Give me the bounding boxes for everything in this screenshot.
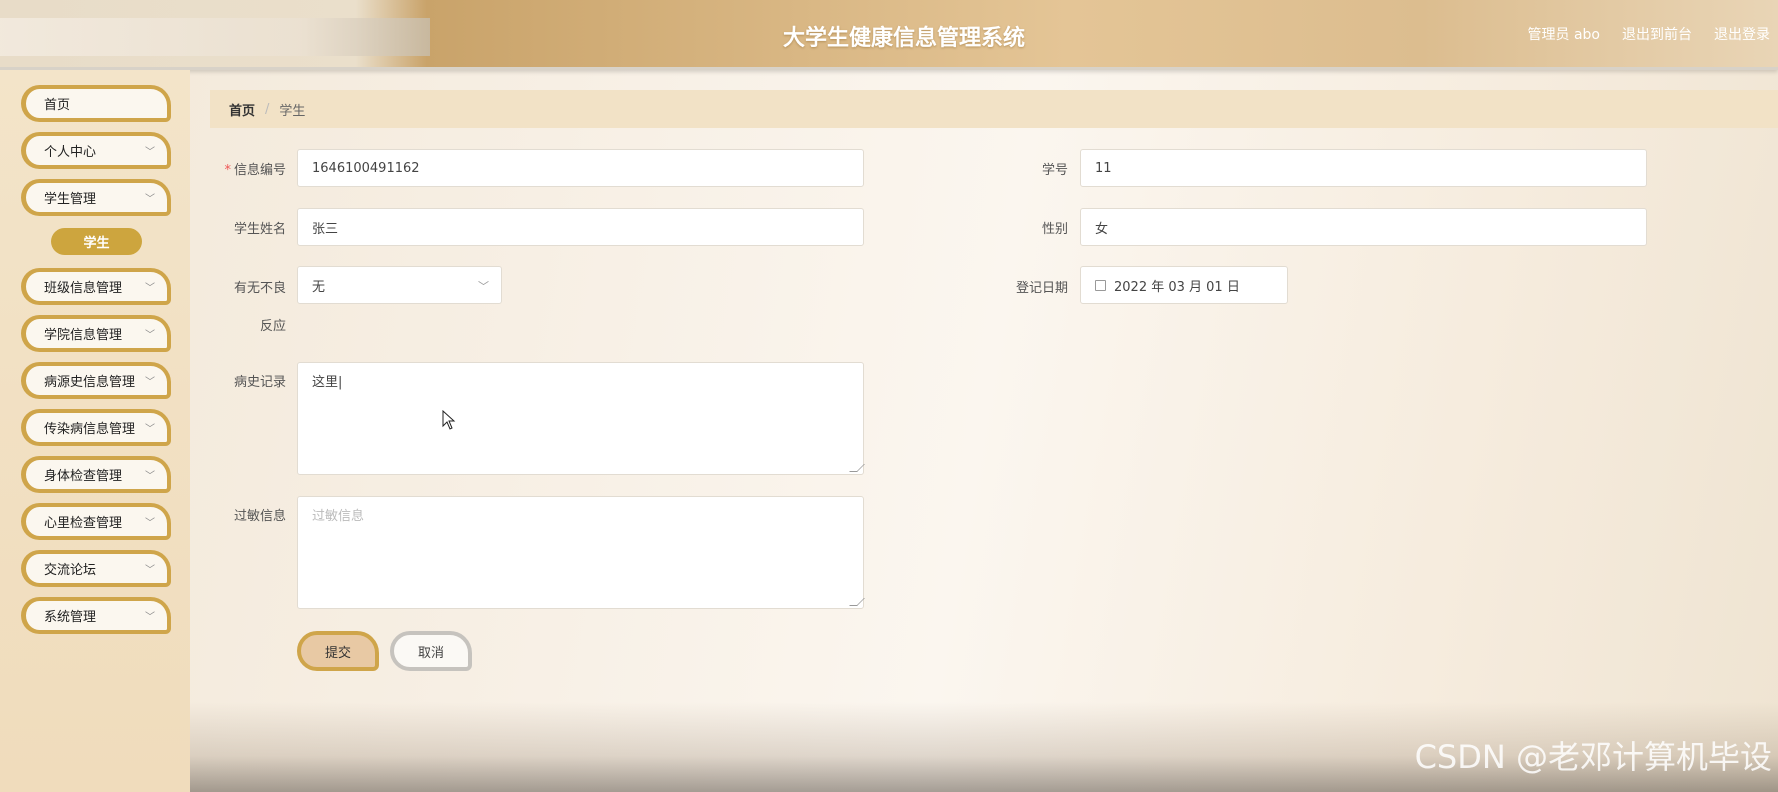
sidebar-item-college-info[interactable]: 学院信息管理 ﹀ <box>21 315 171 352</box>
sidebar-item-label: 学生管理 <box>44 192 97 207</box>
sidebar-subitem-student[interactable]: 学生 <box>51 228 142 255</box>
breadcrumb-current: 学生 <box>279 103 306 119</box>
resize-handle-icon[interactable] <box>849 464 865 472</box>
sidebar-item-physical-exam[interactable]: 身体检查管理 ﹀ <box>21 456 171 493</box>
logout-link[interactable]: 退出登录 <box>1714 24 1770 44</box>
history-label: 病史记录 <box>233 375 286 390</box>
adverse-select[interactable]: 无 ﹀ <box>297 266 502 304</box>
sidebar-item-label: 个人中心 <box>44 145 97 160</box>
student-no-value: 11 <box>1095 160 1112 176</box>
reg-date-label: 登记日期 <box>1015 281 1068 296</box>
chevron-down-icon: ﹀ <box>145 518 155 529</box>
gender-input[interactable]: 女 <box>1080 208 1647 246</box>
chevron-down-icon: ﹀ <box>145 424 155 435</box>
chevron-down-icon: ﹀ <box>145 565 155 576</box>
sidebar-item-psych-exam[interactable]: 心里检查管理 ﹀ <box>21 503 171 540</box>
sidebar-item-label: 心里检查管理 <box>44 516 123 531</box>
watermark: CSDN @老邓计算机毕设 <box>1414 738 1772 776</box>
chevron-down-icon: ﹀ <box>145 471 155 482</box>
sidebar-item-label: 交流论坛 <box>44 563 97 578</box>
adverse-value: 无 <box>312 279 326 295</box>
sidebar-item-infectious-disease[interactable]: 传染病信息管理 ﹀ <box>21 409 171 446</box>
cancel-button[interactable]: 取消 <box>390 631 472 671</box>
mouse-cursor-icon <box>442 410 456 430</box>
sidebar-item-personal-center[interactable]: 个人中心 ﹀ <box>21 132 171 169</box>
breadcrumb-home[interactable]: 首页 <box>229 100 255 119</box>
sidebar-item-student-management[interactable]: 学生管理 ﹀ <box>21 179 171 216</box>
sidebar-item-home[interactable]: 首页 <box>21 85 171 122</box>
sidebar-item-label: 系统管理 <box>44 610 97 625</box>
chevron-down-icon: ﹀ <box>145 283 155 294</box>
student-name-label: 学生姓名 <box>233 222 286 237</box>
history-value: 这里| <box>312 375 343 390</box>
sidebar-item-disease-history[interactable]: 病源史信息管理 ﹀ <box>21 362 171 399</box>
reg-date-value: 2022 年 03 月 01 日 <box>1114 279 1240 295</box>
chevron-down-icon: ﹀ <box>145 377 155 388</box>
sidebar-item-forum[interactable]: 交流论坛 ﹀ <box>21 550 171 587</box>
sidebar-item-label: 首页 <box>44 98 71 113</box>
allergy-placeholder: 过敏信息 <box>312 509 365 524</box>
gender-value: 女 <box>1095 221 1109 237</box>
reg-date-picker[interactable]: 2022 年 03 月 01 日 <box>1080 266 1288 304</box>
submit-button[interactable]: 提交 <box>297 631 379 671</box>
breadcrumb-separator: / <box>265 101 270 117</box>
resize-handle-icon[interactable] <box>849 598 865 606</box>
app-title: 大学生健康信息管理系统 <box>782 26 1025 51</box>
info-id-value: 1646100491162 <box>312 160 420 176</box>
header-links: 管理员 abo 退出到前台 退出登录 <box>1528 24 1770 44</box>
chevron-down-icon: ﹀ <box>145 330 155 341</box>
history-textarea[interactable]: 这里| <box>297 362 865 475</box>
sidebar-item-label: 身体检查管理 <box>44 469 123 484</box>
sidebar-item-label: 班级信息管理 <box>44 281 123 296</box>
sidebar-item-label: 传染病信息管理 <box>44 422 136 437</box>
sidebar-item-class-info[interactable]: 班级信息管理 ﹀ <box>21 268 171 305</box>
student-no-input[interactable]: 11 <box>1080 149 1647 187</box>
student-no-label: 学号 <box>1041 163 1068 178</box>
admin-name: 管理员 abo <box>1527 27 1600 43</box>
info-id-label: * 信息编号 <box>224 163 286 178</box>
chevron-down-icon: ﹀ <box>145 612 155 623</box>
gender-label: 性别 <box>1041 222 1068 237</box>
student-name-input[interactable]: 张三 <box>297 208 864 246</box>
sidebar-item-system[interactable]: 系统管理 ﹀ <box>21 597 171 634</box>
allergy-label: 过敏信息 <box>233 509 286 524</box>
back-to-front-link[interactable]: 退出到前台 <box>1622 24 1692 44</box>
sidebar-item-label: 学院信息管理 <box>44 328 123 343</box>
allergy-textarea[interactable]: 过敏信息 <box>297 496 865 609</box>
sidebar: 首页 个人中心 ﹀ 学生管理 ﹀ 学生 班级信息管理 ﹀ 学院信息管理 ﹀ 病源… <box>0 70 190 792</box>
top-header: 大学生健康信息管理系统 管理员 abo 退出到前台 退出登录 <box>0 0 1778 70</box>
student-name-value: 张三 <box>312 221 339 237</box>
sidebar-item-label: 病源史信息管理 <box>44 375 136 390</box>
calendar-icon <box>1095 279 1106 291</box>
chevron-down-icon: ﹀ <box>145 194 155 205</box>
info-id-input[interactable]: 1646100491162 <box>297 149 864 187</box>
breadcrumb: 首页 / 学生 <box>210 90 1778 128</box>
adverse-label-line1: 有无不良 <box>233 281 286 296</box>
adverse-label-line2: 反应 <box>259 319 286 334</box>
chevron-down-icon: ﹀ <box>478 280 489 293</box>
chevron-down-icon: ﹀ <box>145 147 155 158</box>
